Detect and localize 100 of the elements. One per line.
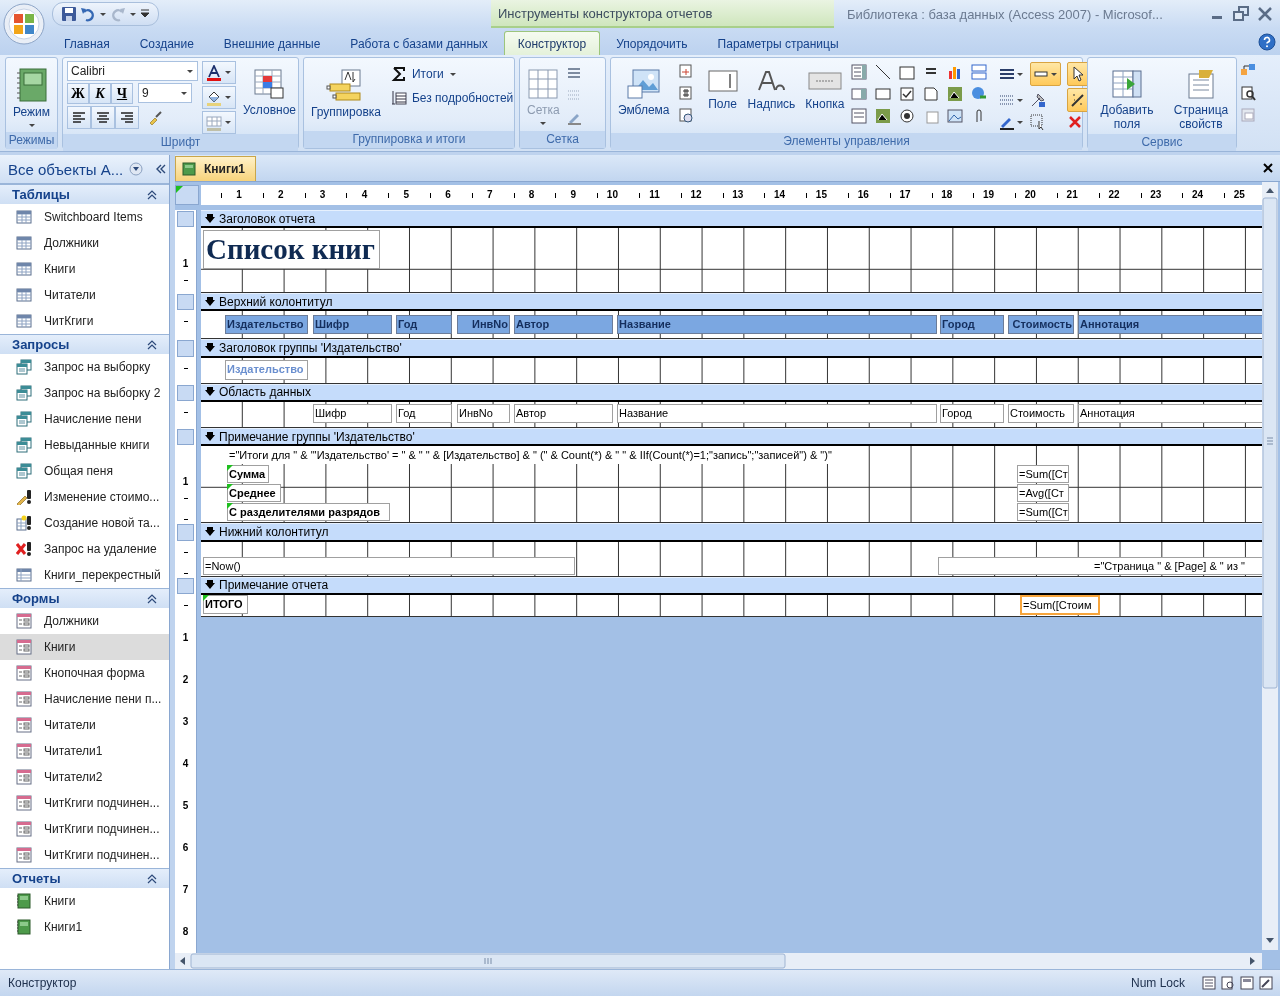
- ribbon-button[interactable]: Добавить поля: [1092, 65, 1162, 134]
- section-title: Заголовок группы 'Издательство': [219, 340, 402, 355]
- group-title: Отчеты: [12, 871, 61, 886]
- column-label[interactable]: Аннотация: [1078, 315, 1262, 335]
- group-label: Элементы управления: [611, 133, 1082, 150]
- text-box[interactable]: =Avg([Ст: [1017, 484, 1069, 503]
- nav-item[interactable]: Книги1: [0, 914, 169, 940]
- nav-item[interactable]: Читатели1: [0, 738, 169, 764]
- group-label: Сервис: [1088, 134, 1236, 151]
- font-size-field[interactable]: 9: [138, 83, 192, 103]
- group-title: Формы: [12, 591, 60, 606]
- format-button[interactable]: Ч: [111, 83, 133, 104]
- section-title: Верхний колонтитул: [219, 294, 333, 309]
- nav-item[interactable]: Запрос на выборку 2: [0, 380, 169, 406]
- nav-item[interactable]: ЧитКгиги подчинен...: [0, 816, 169, 842]
- label[interactable]: Сумма: [227, 465, 269, 484]
- nav-item[interactable]: Должники: [0, 608, 169, 634]
- ribbon-button[interactable]: Надпись: [744, 65, 799, 114]
- nav-item[interactable]: Запрос на выборку: [0, 354, 169, 380]
- text-box[interactable]: =Sum([Ст: [1017, 465, 1069, 484]
- format-button[interactable]: К: [89, 83, 111, 104]
- section-bar[interactable]: Заголовок отчета: [201, 210, 1262, 229]
- column-label[interactable]: Издательство: [225, 315, 308, 335]
- column-label[interactable]: Автор: [514, 315, 613, 335]
- ribbon-button[interactable]: Условное: [240, 65, 299, 120]
- nav-item[interactable]: Невыданные книги: [0, 432, 169, 458]
- ribbon-button[interactable]: Без подробностей: [388, 87, 517, 109]
- group-header-bar[interactable]: Формы: [0, 588, 169, 608]
- nav-item[interactable]: Изменение стоимо...: [0, 484, 169, 510]
- column-label[interactable]: Название: [617, 315, 937, 335]
- text-box[interactable]: Автор: [514, 403, 613, 423]
- nav-item[interactable]: Читатели: [0, 282, 169, 308]
- ribbon-tab[interactable]: Параметры страницы: [703, 31, 853, 55]
- label[interactable]: Среднее: [227, 484, 281, 503]
- ribbon-button[interactable]: Режим: [10, 65, 53, 132]
- text-box[interactable]: Город: [940, 403, 1004, 423]
- ribbon-button[interactable]: Кнопка: [802, 65, 848, 114]
- ribbon-tab[interactable]: Создание: [125, 31, 208, 55]
- text-box[interactable]: Название: [617, 403, 937, 423]
- text-box[interactable]: =Sum([Ст: [1017, 503, 1069, 522]
- text-box[interactable]: =Sum([Стоим: [1020, 594, 1100, 615]
- column-label[interactable]: Город: [940, 315, 1004, 335]
- ribbon-tab[interactable]: Упорядочить: [602, 31, 702, 55]
- nav-item[interactable]: Книги: [0, 256, 169, 282]
- column-label[interactable]: Стоимость: [1008, 315, 1074, 335]
- nav-item[interactable]: Читатели: [0, 712, 169, 738]
- group-header-bar[interactable]: Запросы: [0, 334, 169, 354]
- section-bar[interactable]: Нижний колонтитул: [201, 523, 1262, 542]
- nav-item[interactable]: Switchboard Items: [0, 204, 169, 230]
- nav-item[interactable]: ЧитКгиги: [0, 308, 169, 334]
- nav-item[interactable]: ЧитКгиги подчинен...: [0, 790, 169, 816]
- nav-item[interactable]: Создание новой та...: [0, 510, 169, 536]
- ribbon-tab[interactable]: Конструктор: [503, 31, 601, 55]
- text-box[interactable]: Шифр: [313, 403, 392, 423]
- group-title: Таблицы: [12, 187, 70, 202]
- label[interactable]: С разделителями разрядов: [227, 503, 390, 522]
- text-box[interactable]: Стоимость: [1008, 403, 1074, 423]
- nav-item[interactable]: Книги: [0, 634, 169, 660]
- pane-title[interactable]: Все объекты A...: [8, 160, 124, 178]
- text-box[interactable]: Аннотация: [1078, 403, 1262, 423]
- vertical-ruler: 1: [175, 446, 197, 524]
- nav-item[interactable]: ЧитКгиги подчинен...: [0, 842, 169, 868]
- text-box[interactable]: ИнвNo: [457, 403, 510, 423]
- group-header-bar[interactable]: Отчеты: [0, 868, 169, 888]
- nav-item[interactable]: Начисление пени: [0, 406, 169, 432]
- ribbon-button[interactable]: Группировка: [308, 65, 384, 122]
- ribbon-tab[interactable]: Работа с базами данных: [336, 31, 502, 55]
- ribbon-button[interactable]: Эмблема: [615, 65, 673, 120]
- nav-item[interactable]: Кнопочная форма: [0, 660, 169, 686]
- text-box[interactable]: =Now(): [203, 556, 575, 575]
- window-title: Библиотека : база данных (Access 2007) - Microsof...: [847, 6, 1163, 22]
- nav-item[interactable]: Книги: [0, 888, 169, 914]
- text-box[interactable]: Год: [396, 403, 452, 423]
- nav-item[interactable]: Начисление пени п...: [0, 686, 169, 712]
- ribbon-button[interactable]: Итоги: [388, 63, 517, 85]
- ribbon-button[interactable]: Страница свойств: [1166, 65, 1236, 134]
- section-title: Нижний колонтитул: [219, 525, 329, 540]
- report-title[interactable]: Список книг: [203, 230, 380, 270]
- format-button[interactable]: Ж: [67, 83, 89, 104]
- column-label[interactable]: Шифр: [313, 315, 392, 335]
- nav-item[interactable]: Запрос на удаление: [0, 536, 169, 562]
- group-header-bar[interactable]: Таблицы: [0, 184, 169, 204]
- font-name-field[interactable]: Calibri: [67, 61, 198, 81]
- nav-item[interactable]: Книги_перекрестный: [0, 562, 169, 588]
- section-bar[interactable]: Примечание группы 'Издательство': [201, 428, 1262, 447]
- section-title: Область данных: [219, 385, 311, 400]
- nav-item[interactable]: Должники: [0, 230, 169, 256]
- section-bar[interactable]: Заголовок группы 'Издательство': [201, 339, 1262, 358]
- document-tab[interactable]: Книги1: [175, 156, 256, 181]
- column-label[interactable]: ИнвNo: [457, 315, 510, 335]
- ribbon-tab[interactable]: Внешние данные: [209, 31, 335, 55]
- column-label[interactable]: Год: [396, 315, 452, 335]
- section-title: Заголовок отчета: [219, 211, 316, 226]
- nav-item[interactable]: Общая пеня: [0, 458, 169, 484]
- ribbon-button[interactable]: Поле: [704, 65, 741, 114]
- text-box[interactable]: ="Итоги для " & "'Издательство' = " & " " & [Издательство] & " (" & Count(*) & " " & IIf(Count(*)=1;"запись";"записей") & ")": [227, 446, 834, 465]
- group-title: Запросы: [12, 337, 70, 352]
- ribbon-tab[interactable]: Главная: [50, 31, 124, 55]
- nav-item[interactable]: Читатели2: [0, 764, 169, 790]
- text-box[interactable]: ="Страница " & [Page] & " из ": [938, 556, 1262, 575]
